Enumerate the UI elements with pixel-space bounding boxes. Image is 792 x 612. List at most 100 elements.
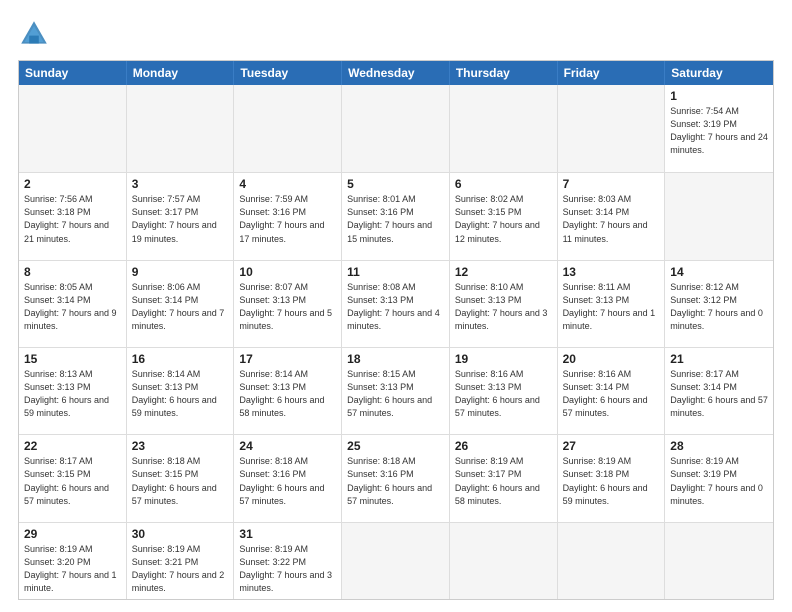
cal-cell — [558, 85, 666, 172]
day-number: 12 — [455, 265, 552, 279]
cell-info: Sunrise: 7:57 AMSunset: 3:17 PMDaylight:… — [132, 193, 229, 245]
cal-cell: 22 Sunrise: 8:17 AMSunset: 3:15 PMDayligh… — [19, 435, 127, 521]
cal-cell — [450, 85, 558, 172]
cal-cell — [234, 85, 342, 172]
cal-cell: 27 Sunrise: 8:19 AMSunset: 3:18 PMDayligh… — [558, 435, 666, 521]
cell-info: Sunrise: 8:14 AMSunset: 3:13 PMDaylight:… — [132, 368, 229, 420]
day-number: 1 — [670, 89, 768, 103]
cal-cell: 15 Sunrise: 8:13 AMSunset: 3:13 PMDayligh… — [19, 348, 127, 434]
cal-cell: 12Sunrise: 8:10 AMSunset: 3:13 PMDayligh… — [450, 261, 558, 347]
cell-info: Sunrise: 8:19 AMSunset: 3:21 PMDaylight:… — [132, 543, 229, 595]
cal-cell: 24 Sunrise: 8:18 AMSunset: 3:16 PMDayligh… — [234, 435, 342, 521]
cell-info: Sunrise: 8:05 AMSunset: 3:14 PMDaylight:… — [24, 281, 121, 333]
cal-cell: 5Sunrise: 8:01 AMSunset: 3:16 PMDaylight… — [342, 173, 450, 259]
week-row-5: 22 Sunrise: 8:17 AMSunset: 3:15 PMDayligh… — [19, 434, 773, 521]
day-number: 13 — [563, 265, 660, 279]
day-header-sunday: Sunday — [19, 61, 127, 85]
cell-info: Sunrise: 8:17 AMSunset: 3:15 PMDaylight:… — [24, 455, 121, 507]
cal-cell: 19 Sunrise: 8:16 AMSunset: 3:13 PMDayligh… — [450, 348, 558, 434]
cell-info: Sunrise: 8:08 AMSunset: 3:13 PMDaylight:… — [347, 281, 444, 333]
day-header-monday: Monday — [127, 61, 235, 85]
cal-cell: 26Sunrise: 8:19 AMSunset: 3:17 PMDayligh… — [450, 435, 558, 521]
day-header-wednesday: Wednesday — [342, 61, 450, 85]
day-number: 16 — [132, 352, 229, 366]
cal-cell — [558, 523, 666, 599]
cell-info: Sunrise: 8:19 AMSunset: 3:20 PMDaylight:… — [24, 543, 121, 595]
day-number: 21 — [670, 352, 768, 366]
week-row-2: 2 Sunrise: 7:56 AMSunset: 3:18 PMDaylight… — [19, 172, 773, 259]
day-header-thursday: Thursday — [450, 61, 558, 85]
cell-info: Sunrise: 8:18 AMSunset: 3:16 PMDaylight:… — [239, 455, 336, 507]
cal-cell — [665, 173, 773, 259]
cal-cell: 7 Sunrise: 8:03 AMSunset: 3:14 PMDaylight… — [558, 173, 666, 259]
calendar-body: 1Sunrise: 7:54 AMSunset: 3:19 PMDaylight… — [19, 85, 773, 599]
day-number: 29 — [24, 527, 121, 541]
cal-cell — [19, 85, 127, 172]
cal-cell — [342, 85, 450, 172]
cell-info: Sunrise: 8:11 AMSunset: 3:13 PMDaylight:… — [563, 281, 660, 333]
day-number: 25 — [347, 439, 444, 453]
day-number: 18 — [347, 352, 444, 366]
cell-info: Sunrise: 8:18 AMSunset: 3:15 PMDaylight:… — [132, 455, 229, 507]
cal-cell: 4Sunrise: 7:59 AMSunset: 3:16 PMDaylight… — [234, 173, 342, 259]
day-number: 14 — [670, 265, 768, 279]
cal-cell: 30 Sunrise: 8:19 AMSunset: 3:21 PMDayligh… — [127, 523, 235, 599]
header — [18, 18, 774, 50]
day-number: 19 — [455, 352, 552, 366]
day-number: 6 — [455, 177, 552, 191]
cal-cell: 13 Sunrise: 8:11 AMSunset: 3:13 PMDayligh… — [558, 261, 666, 347]
cal-cell — [665, 523, 773, 599]
cal-cell: 25 Sunrise: 8:18 AMSunset: 3:16 PMDayligh… — [342, 435, 450, 521]
cell-info: Sunrise: 7:59 AMSunset: 3:16 PMDaylight:… — [239, 193, 336, 245]
day-number: 8 — [24, 265, 121, 279]
logo-icon — [18, 18, 50, 50]
cal-cell: 23 Sunrise: 8:18 AMSunset: 3:15 PMDayligh… — [127, 435, 235, 521]
cell-info: Sunrise: 7:56 AMSunset: 3:18 PMDaylight:… — [24, 193, 121, 245]
cal-cell: 29 Sunrise: 8:19 AMSunset: 3:20 PMDayligh… — [19, 523, 127, 599]
day-number: 27 — [563, 439, 660, 453]
calendar: SundayMondayTuesdayWednesdayThursdayFrid… — [18, 60, 774, 600]
day-number: 3 — [132, 177, 229, 191]
cal-cell: 3 Sunrise: 7:57 AMSunset: 3:17 PMDaylight… — [127, 173, 235, 259]
day-number: 28 — [670, 439, 768, 453]
day-number: 24 — [239, 439, 336, 453]
cell-info: Sunrise: 8:03 AMSunset: 3:14 PMDaylight:… — [563, 193, 660, 245]
cal-cell — [127, 85, 235, 172]
cell-info: Sunrise: 8:07 AMSunset: 3:13 PMDaylight:… — [239, 281, 336, 333]
cal-cell: 14 Sunrise: 8:12 AMSunset: 3:12 PMDayligh… — [665, 261, 773, 347]
cal-cell: 1Sunrise: 7:54 AMSunset: 3:19 PMDaylight… — [665, 85, 773, 172]
day-number: 15 — [24, 352, 121, 366]
week-row-6: 29 Sunrise: 8:19 AMSunset: 3:20 PMDayligh… — [19, 522, 773, 599]
cell-info: Sunrise: 8:12 AMSunset: 3:12 PMDaylight:… — [670, 281, 768, 333]
cell-info: Sunrise: 8:19 AMSunset: 3:19 PMDaylight:… — [670, 455, 768, 507]
cal-cell: 10 Sunrise: 8:07 AMSunset: 3:13 PMDayligh… — [234, 261, 342, 347]
day-number: 2 — [24, 177, 121, 191]
cal-cell: 21Sunrise: 8:17 AMSunset: 3:14 PMDayligh… — [665, 348, 773, 434]
cal-cell: 17 Sunrise: 8:14 AMSunset: 3:13 PMDayligh… — [234, 348, 342, 434]
cell-info: Sunrise: 8:18 AMSunset: 3:16 PMDaylight:… — [347, 455, 444, 507]
week-row-4: 15 Sunrise: 8:13 AMSunset: 3:13 PMDayligh… — [19, 347, 773, 434]
day-header-saturday: Saturday — [665, 61, 773, 85]
cal-cell: 28 Sunrise: 8:19 AMSunset: 3:19 PMDayligh… — [665, 435, 773, 521]
day-header-tuesday: Tuesday — [234, 61, 342, 85]
cell-info: Sunrise: 8:06 AMSunset: 3:14 PMDaylight:… — [132, 281, 229, 333]
day-number: 17 — [239, 352, 336, 366]
calendar-header-row: SundayMondayTuesdayWednesdayThursdayFrid… — [19, 61, 773, 85]
day-number: 22 — [24, 439, 121, 453]
cal-cell: 9Sunrise: 8:06 AMSunset: 3:14 PMDaylight… — [127, 261, 235, 347]
cell-info: Sunrise: 8:01 AMSunset: 3:16 PMDaylight:… — [347, 193, 444, 245]
cell-info: Sunrise: 8:16 AMSunset: 3:13 PMDaylight:… — [455, 368, 552, 420]
day-number: 11 — [347, 265, 444, 279]
cell-info: Sunrise: 8:16 AMSunset: 3:14 PMDaylight:… — [563, 368, 660, 420]
day-number: 20 — [563, 352, 660, 366]
day-number: 23 — [132, 439, 229, 453]
cal-cell — [342, 523, 450, 599]
cal-cell: 20 Sunrise: 8:16 AMSunset: 3:14 PMDayligh… — [558, 348, 666, 434]
day-number: 30 — [132, 527, 229, 541]
cell-info: Sunrise: 8:19 AMSunset: 3:18 PMDaylight:… — [563, 455, 660, 507]
day-number: 10 — [239, 265, 336, 279]
cell-info: Sunrise: 8:13 AMSunset: 3:13 PMDaylight:… — [24, 368, 121, 420]
day-number: 7 — [563, 177, 660, 191]
cell-info: Sunrise: 8:14 AMSunset: 3:13 PMDaylight:… — [239, 368, 336, 420]
cal-cell: 18Sunrise: 8:15 AMSunset: 3:13 PMDayligh… — [342, 348, 450, 434]
